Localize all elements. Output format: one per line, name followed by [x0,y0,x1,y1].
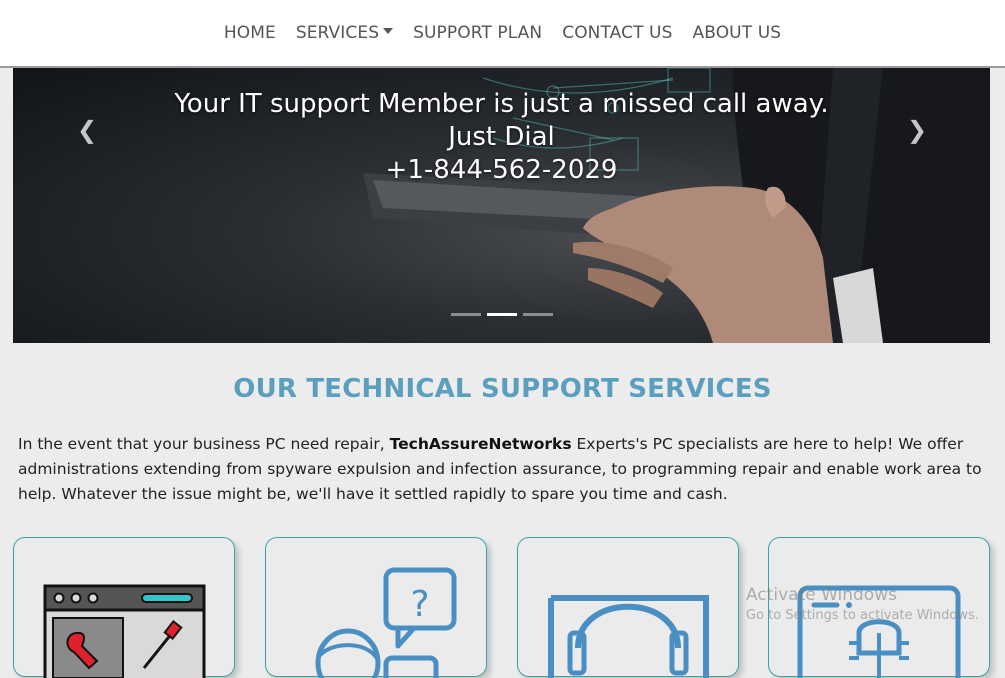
carousel-caption: Your IT support Member is just a missed … [13,88,990,187]
chevron-left-icon: ❮ [76,116,98,144]
intro-brand-name: TechAssureNetworks [389,435,572,453]
service-card-repair[interactable] [13,537,235,678]
nav-services-label: SERVICES [295,23,380,43]
nav-menu: HOME SERVICES SUPPORT PLAN CONTACT US AB… [0,0,1005,66]
caret-down-icon [383,28,394,34]
service-card-help[interactable]: ? [265,537,487,678]
services-intro-paragraph: In the event that your business PC need … [18,432,993,507]
nav-services-dropdown[interactable]: SERVICES [286,23,403,43]
caption-phone[interactable]: +1-844-562-2029 [13,154,990,187]
nav-about-link[interactable]: ABOUT US [683,23,792,43]
svg-text:?: ? [410,584,429,625]
carousel-indicator-2[interactable] [487,313,517,316]
carousel-indicators [451,313,553,316]
watermark-subtitle: Go to Settings to activate Windows. [746,608,979,623]
watermark-title: Activate Windows [746,585,897,605]
hero-carousel: Your IT support Member is just a missed … [13,68,990,343]
headset-support-icon [548,595,709,678]
carousel-indicator-1[interactable] [451,313,481,316]
intro-text-before: In the event that your business PC need … [18,435,390,453]
nav-home-link[interactable]: HOME [214,23,286,43]
nav-contact-label: CONTACT US [562,23,673,43]
nav-about-label: ABOUT US [692,23,782,43]
caption-line-2: Just Dial [448,122,555,152]
repair-tools-window-icon [43,584,206,678]
services-section-title: OUR TECHNICAL SUPPORT SERVICES [233,374,772,404]
caption-line-1: Your IT support Member is just a missed … [174,89,829,119]
carousel-indicator-3[interactable] [523,313,553,316]
carousel-next-button[interactable]: ❯ [897,116,937,146]
top-navbar: HOME SERVICES SUPPORT PLAN CONTACT US AB… [0,0,1005,68]
windows-activation-watermark: Activate Windows Go to Settings to activ… [746,585,979,623]
carousel-prev-button[interactable]: ❮ [67,116,107,146]
nav-home-label: HOME [223,23,276,43]
chevron-right-icon: ❯ [906,116,928,144]
question-chat-user-icon: ? [315,567,457,678]
nav-contact-link[interactable]: CONTACT US [552,23,682,43]
nav-support-plan-link[interactable]: SUPPORT PLAN [403,23,552,43]
nav-support-plan-label: SUPPORT PLAN [413,23,543,43]
service-card-support[interactable] [517,537,739,678]
